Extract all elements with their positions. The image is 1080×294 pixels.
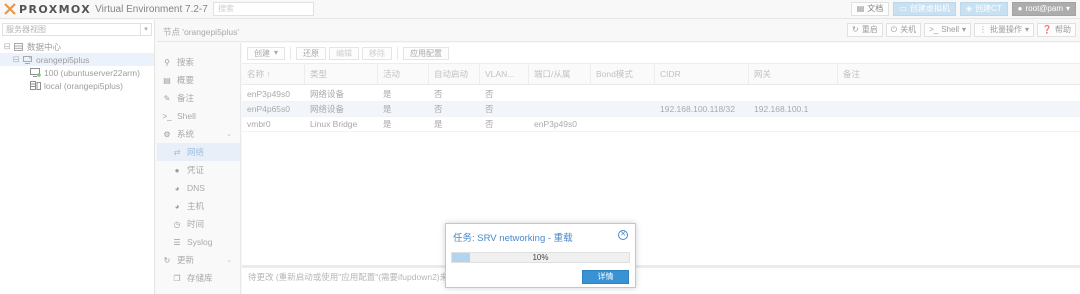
progress-text: 10% <box>532 253 549 262</box>
close-icon[interactable]: ✕ <box>618 230 628 240</box>
details-button[interactable]: 详情 <box>582 270 629 284</box>
task-dialog: 任务: SRV networking - 重载 ✕ 10% 详情 <box>445 223 636 288</box>
progress-bar: 10% <box>451 252 630 263</box>
dialog-title: 任务: SRV networking - 重载 <box>453 233 573 244</box>
